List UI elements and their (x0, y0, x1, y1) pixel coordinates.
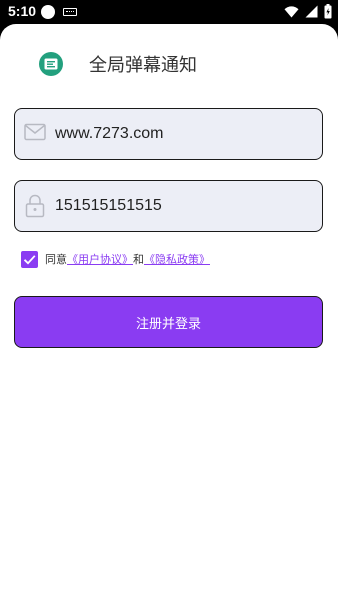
privacy-policy-link[interactable]: 《隐私政策》 (144, 251, 210, 267)
app-title: 全局弹幕通知 (89, 55, 197, 76)
lock-icon (25, 194, 45, 218)
agreement-conjunction: 和 (133, 253, 144, 266)
agreement-checkbox[interactable] (21, 250, 38, 268)
signal-icon (305, 5, 318, 18)
email-field[interactable] (14, 108, 323, 160)
user-agreement-link[interactable]: 《用户协议》 (67, 251, 133, 267)
agreement-prefix: 同意 (45, 253, 67, 266)
status-time: 5:10 (8, 3, 37, 19)
status-bar: 5:10 (0, 0, 338, 24)
password-field[interactable] (14, 180, 323, 232)
register-login-button[interactable]: 注册并登录 (14, 296, 323, 348)
screen: 5:10 全局弹幕通知 www.7273.com 151515151515 同意… (0, 0, 338, 600)
agreement-row: 同意 《用户协议》 和 《隐私政策》 (21, 250, 210, 268)
wifi-icon (284, 5, 299, 17)
keyboard-icon (63, 8, 77, 16)
notification-dot-icon (41, 5, 55, 19)
notification-card-icon (39, 52, 63, 76)
email-input[interactable] (55, 109, 315, 158)
battery-icon (324, 4, 332, 19)
app-header: 全局弹幕通知 (0, 24, 338, 104)
checkmark-icon (23, 254, 36, 264)
mail-icon (24, 123, 46, 141)
status-icons (284, 4, 332, 19)
app-sheet: 全局弹幕通知 同意 《用户协议》 和 (0, 24, 338, 600)
password-input[interactable] (55, 181, 315, 230)
